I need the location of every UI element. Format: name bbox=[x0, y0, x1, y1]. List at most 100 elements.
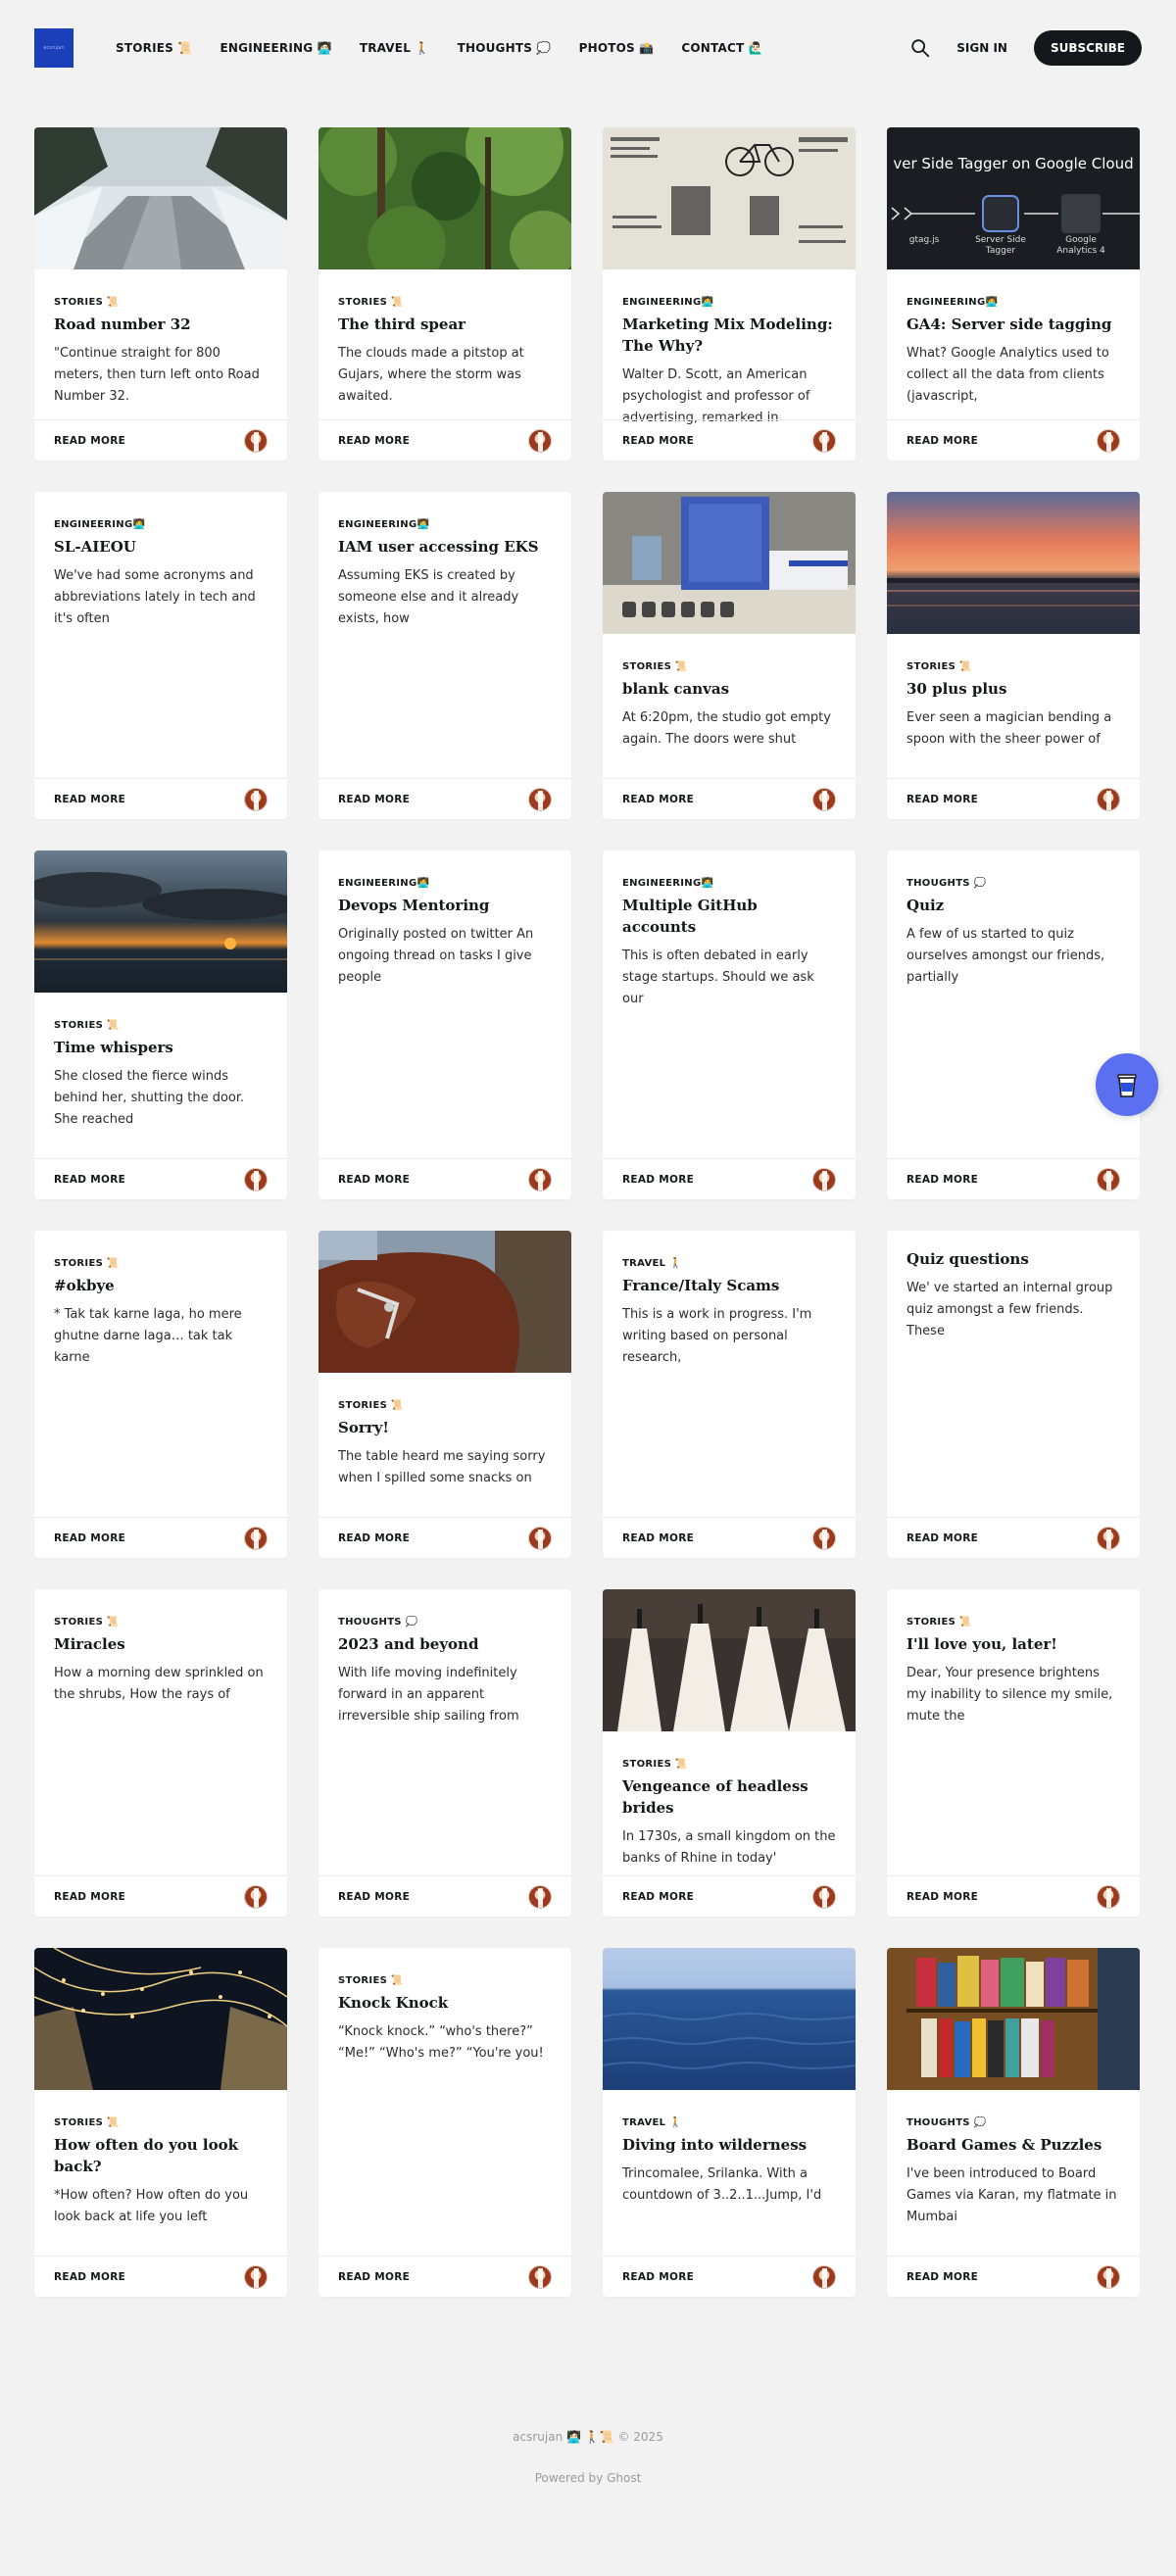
post-title[interactable]: #okbye bbox=[54, 1275, 268, 1296]
author-avatar[interactable] bbox=[528, 1526, 552, 1550]
post-tag[interactable]: STORIES 📜 bbox=[54, 297, 268, 308]
post-tag[interactable]: TRAVEL 🚶 bbox=[622, 2117, 836, 2128]
post-title[interactable]: Knock Knock bbox=[338, 1992, 552, 2014]
post-title[interactable]: Time whispers bbox=[54, 1037, 268, 1058]
author-avatar[interactable] bbox=[528, 1167, 552, 1191]
post-image[interactable] bbox=[887, 492, 1140, 634]
site-logo[interactable]: acsrujan bbox=[34, 28, 74, 68]
search-icon[interactable] bbox=[909, 37, 931, 59]
read-more-link[interactable]: READ MORE bbox=[906, 1174, 978, 1186]
post-tag[interactable]: STORIES 📜 bbox=[338, 297, 552, 308]
nav-item-stories[interactable]: STORIES 📜 bbox=[116, 41, 193, 55]
author-avatar[interactable] bbox=[528, 787, 552, 811]
post-card[interactable]: STORIES 📜 30 plus plus Ever seen a magicia… bbox=[887, 492, 1140, 819]
post-tag[interactable]: STORIES 📜 bbox=[54, 1020, 268, 1031]
author-avatar[interactable] bbox=[812, 1884, 836, 1909]
author-avatar[interactable] bbox=[244, 787, 268, 811]
post-tag[interactable]: ENGINEERING🧑‍💻 bbox=[622, 878, 836, 889]
author-avatar[interactable] bbox=[1097, 787, 1120, 811]
read-more-link[interactable]: READ MORE bbox=[622, 1891, 694, 1903]
post-image[interactable] bbox=[318, 127, 571, 269]
author-avatar[interactable] bbox=[528, 1884, 552, 1909]
post-image[interactable] bbox=[603, 127, 856, 269]
post-title[interactable]: Multiple GitHub accounts bbox=[622, 895, 836, 938]
read-more-link[interactable]: READ MORE bbox=[338, 2271, 410, 2283]
author-avatar[interactable] bbox=[244, 1884, 268, 1909]
post-title[interactable]: blank canvas bbox=[622, 678, 836, 700]
post-image[interactable] bbox=[603, 1589, 856, 1731]
post-image[interactable] bbox=[887, 1948, 1140, 2090]
post-title[interactable]: Marketing Mix Modeling: The Why? bbox=[622, 314, 836, 357]
post-card[interactable]: Quiz questions We' ve started an internal… bbox=[887, 1231, 1140, 1558]
post-tag[interactable]: THOUGHTS 💭 bbox=[906, 878, 1120, 889]
post-card[interactable]: THOUGHTS 💭 2023 and beyond With life movin… bbox=[318, 1589, 571, 1917]
author-avatar[interactable] bbox=[812, 787, 836, 811]
nav-item-photos[interactable]: PHOTOS 📸 bbox=[579, 41, 655, 55]
post-tag[interactable]: ENGINEERING🧑‍💻 bbox=[54, 519, 268, 530]
post-tag[interactable]: STORIES 📜 bbox=[54, 1258, 268, 1269]
post-card[interactable]: STORIES 📜 I'll love you, later! Dear, Your… bbox=[887, 1589, 1140, 1917]
post-title[interactable]: IAM user accessing EKS bbox=[338, 536, 552, 558]
read-more-link[interactable]: READ MORE bbox=[54, 435, 125, 447]
author-avatar[interactable] bbox=[1097, 2264, 1120, 2289]
post-image[interactable] bbox=[34, 851, 287, 993]
post-card[interactable]: STORIES 📜 #okbye * Tak tak karne laga, ho … bbox=[34, 1231, 287, 1558]
post-title[interactable]: Devops Mentoring bbox=[338, 895, 552, 916]
read-more-link[interactable]: READ MORE bbox=[338, 435, 410, 447]
post-title[interactable]: 2023 and beyond bbox=[338, 1633, 552, 1655]
post-tag[interactable]: STORIES 📜 bbox=[338, 1400, 552, 1411]
author-avatar[interactable] bbox=[1097, 1167, 1120, 1191]
post-image[interactable] bbox=[603, 492, 856, 634]
subscribe-button[interactable]: SUBSCRIBE bbox=[1033, 30, 1142, 66]
post-image[interactable] bbox=[318, 1231, 571, 1373]
post-title[interactable]: Quiz bbox=[906, 895, 1120, 916]
post-title[interactable]: 30 plus plus bbox=[906, 678, 1120, 700]
author-avatar[interactable] bbox=[812, 1167, 836, 1191]
post-title[interactable]: Road number 32 bbox=[54, 314, 268, 335]
read-more-link[interactable]: READ MORE bbox=[54, 1174, 125, 1186]
author-avatar[interactable] bbox=[244, 1167, 268, 1191]
post-title[interactable]: Miracles bbox=[54, 1633, 268, 1655]
read-more-link[interactable]: READ MORE bbox=[54, 2271, 125, 2283]
post-card[interactable]: ENGINEERING🧑‍💻 SL-AIEOU We've had some acr… bbox=[34, 492, 287, 819]
post-card[interactable]: STORIES 📜 blank canvas At 6:20pm, the stud… bbox=[603, 492, 856, 819]
read-more-link[interactable]: READ MORE bbox=[906, 1891, 978, 1903]
nav-item-thoughts[interactable]: THOUGHTS 💭 bbox=[458, 41, 552, 55]
read-more-link[interactable]: READ MORE bbox=[338, 1891, 410, 1903]
post-title[interactable]: France/Italy Scams bbox=[622, 1275, 836, 1296]
post-image[interactable] bbox=[34, 127, 287, 269]
post-title[interactable]: Sorry! bbox=[338, 1417, 552, 1438]
post-title[interactable]: Quiz questions bbox=[906, 1248, 1120, 1270]
post-card[interactable]: ENGINEERING🧑‍💻 Marketing Mix Modeling: Th… bbox=[603, 127, 856, 461]
post-tag[interactable]: STORIES 📜 bbox=[906, 1617, 1120, 1628]
post-tag[interactable]: ENGINEERING🧑‍💻 bbox=[622, 297, 836, 308]
author-avatar[interactable] bbox=[1097, 1526, 1120, 1550]
post-title[interactable]: Vengeance of headless brides bbox=[622, 1775, 836, 1819]
post-image[interactable]: ver Side Tagger on Google Cloud gtag.js Se… bbox=[887, 127, 1140, 269]
post-image[interactable] bbox=[34, 1948, 287, 2090]
author-avatar[interactable] bbox=[812, 1526, 836, 1550]
read-more-link[interactable]: READ MORE bbox=[622, 1532, 694, 1544]
post-card[interactable]: STORIES 📜 Miracles How a morning dew sprin… bbox=[34, 1589, 287, 1917]
post-card[interactable]: TRAVEL 🚶 France/Italy Scams This is a work… bbox=[603, 1231, 856, 1558]
post-card[interactable]: ENGINEERING🧑‍💻 IAM user accessing EKS Assu… bbox=[318, 492, 571, 819]
post-tag[interactable]: ENGINEERING🧑‍💻 bbox=[338, 878, 552, 889]
read-more-link[interactable]: READ MORE bbox=[622, 2271, 694, 2283]
post-image[interactable] bbox=[603, 1948, 856, 2090]
post-card[interactable]: STORIES 📜 The third spear The clouds made … bbox=[318, 127, 571, 461]
post-tag[interactable]: STORIES 📜 bbox=[622, 661, 836, 672]
read-more-link[interactable]: READ MORE bbox=[906, 435, 978, 447]
post-card[interactable]: ENGINEERING🧑‍💻 Devops Mentoring Originally… bbox=[318, 851, 571, 1199]
post-title[interactable]: I'll love you, later! bbox=[906, 1633, 1120, 1655]
post-title[interactable]: Diving into wilderness bbox=[622, 2134, 836, 2156]
post-card[interactable]: THOUGHTS 💭 Board Games & Puzzles I've been… bbox=[887, 1948, 1140, 2297]
post-card[interactable]: STORIES 📜 Time whispers She closed the fie… bbox=[34, 851, 287, 1199]
read-more-link[interactable]: READ MORE bbox=[338, 1532, 410, 1544]
read-more-link[interactable]: READ MORE bbox=[54, 794, 125, 805]
author-avatar[interactable] bbox=[528, 428, 552, 453]
post-card[interactable]: STORIES 📜 Knock Knock “Knock knock.” “who'… bbox=[318, 1948, 571, 2297]
post-card[interactable]: STORIES 📜 Road number 32 "Continue straigh… bbox=[34, 127, 287, 461]
read-more-link[interactable]: READ MORE bbox=[906, 794, 978, 805]
post-tag[interactable]: TRAVEL 🚶 bbox=[622, 1258, 836, 1269]
read-more-link[interactable]: READ MORE bbox=[54, 1532, 125, 1544]
